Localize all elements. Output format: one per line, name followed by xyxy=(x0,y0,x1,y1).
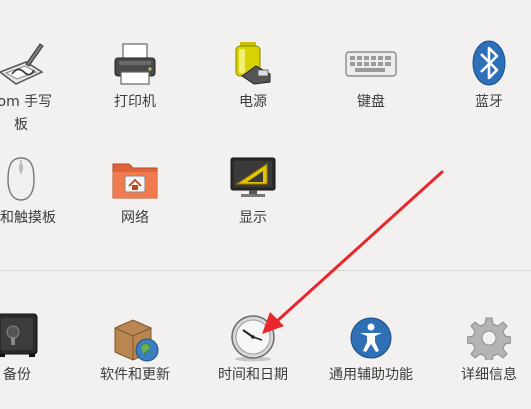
bluetooth-label: 蓝牙 xyxy=(475,94,503,110)
safe-backup-icon xyxy=(0,312,39,362)
accessibility-icon xyxy=(349,316,393,364)
wacom-tablet-icon xyxy=(0,42,46,90)
keyboard-item[interactable]: 键盘 xyxy=(312,40,430,120)
keyboard-icon xyxy=(345,50,397,82)
details-item[interactable]: 详细信息 xyxy=(430,310,531,390)
software-updates-label: 软件和更新 xyxy=(100,367,170,383)
bluetooth-item[interactable]: 蓝牙 xyxy=(430,40,531,120)
battery-power-icon xyxy=(232,40,274,90)
mouse-touchpad-item[interactable]: 标和触摸板 xyxy=(0,154,80,234)
printers-item[interactable]: 打印机 xyxy=(76,40,194,120)
clock-icon xyxy=(228,314,278,366)
power-label: 电源 xyxy=(239,94,267,110)
section-divider xyxy=(0,270,531,271)
network-item[interactable]: 网络 xyxy=(76,154,194,234)
backups-item[interactable]: 备份 xyxy=(0,310,76,390)
power-item[interactable]: 电源 xyxy=(194,40,312,120)
bluetooth-icon xyxy=(471,40,507,90)
network-label: 网络 xyxy=(121,210,149,226)
software-package-globe-icon xyxy=(111,316,159,366)
time-date-label: 时间和日期 xyxy=(218,367,288,383)
printer-icon xyxy=(111,42,159,90)
wacom-tablet-label: com 手写 xyxy=(0,94,53,110)
display-monitor-icon xyxy=(229,156,277,204)
printers-label: 打印机 xyxy=(114,94,156,110)
wacom-tablet-item[interactable]: com 手写 板 xyxy=(0,40,80,140)
mouse-touchpad-label: 标和触摸板 xyxy=(0,210,56,226)
mouse-icon xyxy=(4,156,38,206)
wacom-tablet-label-line2: 板 xyxy=(14,117,28,133)
universal-access-item[interactable]: 通用辅助功能 xyxy=(312,310,430,390)
gear-icon xyxy=(466,316,512,364)
keyboard-label: 键盘 xyxy=(357,94,385,110)
displays-item[interactable]: 显示 xyxy=(194,154,312,234)
displays-label: 显示 xyxy=(239,210,267,226)
network-folder-icon xyxy=(111,158,159,204)
details-label: 详细信息 xyxy=(461,367,517,383)
software-updates-item[interactable]: 软件和更新 xyxy=(76,310,194,390)
universal-access-label: 通用辅助功能 xyxy=(329,367,413,383)
time-date-item[interactable]: 时间和日期 xyxy=(194,310,312,390)
backups-label: 备份 xyxy=(3,367,31,383)
